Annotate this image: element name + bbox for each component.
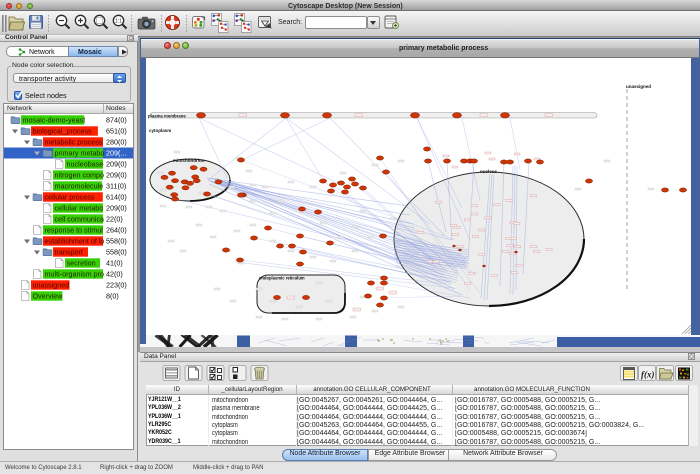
svg-text:cellular process: cellular process [45, 193, 95, 202]
svg-text:metabolic process: metabolic process [45, 138, 103, 147]
svg-text:209(0): 209(0) [106, 171, 127, 180]
svg-text:cell communicat: cell communicat [55, 215, 107, 224]
svg-text:unassigned: unassigned [626, 84, 651, 89]
svg-text:209(0): 209(0) [106, 160, 127, 169]
svg-text:1:1: 1:1 [115, 19, 122, 25]
svg-text:558(0): 558(0) [106, 237, 127, 246]
svg-text:primary metabo: primary metabo [55, 149, 105, 158]
svg-text:311(0): 311(0) [106, 182, 126, 191]
svg-text:cellular metabo: cellular metabo [55, 204, 104, 213]
svg-text:plasma membrane: plasma membrane [148, 113, 186, 118]
svg-text:mosaic-demo-yeast: mosaic-demo-yeast [23, 116, 86, 125]
svg-text:nucleobase-: nucleobase- [67, 160, 107, 169]
svg-text:874(0): 874(0) [106, 116, 127, 125]
svg-text:41(0): 41(0) [106, 259, 123, 268]
svg-text:f(x): f(x) [641, 370, 655, 380]
svg-text:endoplasmic reticulum: endoplasmic reticulum [259, 276, 305, 281]
svg-text:response to stimul: response to stimul [45, 226, 104, 235]
svg-text:macromolecule: macromolecule [55, 182, 104, 191]
svg-text:secretion: secretion [67, 259, 96, 268]
svg-text:Overview: Overview [33, 292, 64, 301]
svg-text:22(0): 22(0) [106, 215, 123, 224]
svg-text:multi-organism pro: multi-organism pro [45, 270, 105, 279]
svg-text:558(0): 558(0) [106, 248, 127, 257]
svg-text:280(0): 280(0) [106, 138, 127, 147]
svg-text:establishment of lo: establishment of lo [45, 237, 105, 246]
svg-text:nitrogen compo: nitrogen compo [55, 171, 105, 180]
svg-text:209(0): 209(0) [106, 204, 127, 213]
svg-text:614(0): 614(0) [106, 193, 127, 202]
svg-text:651(0): 651(0) [106, 127, 127, 136]
svg-text:8(0): 8(0) [106, 292, 119, 301]
svg-text:unassigned: unassigned [33, 281, 70, 290]
svg-text:transport: transport [55, 248, 83, 257]
svg-text:264(0): 264(0) [106, 226, 127, 235]
svg-text:42(0): 42(0) [106, 270, 123, 279]
svg-text:cytoplasm: cytoplasm [149, 128, 171, 133]
svg-text:biological_process: biological_process [33, 127, 93, 136]
svg-text:223(0): 223(0) [106, 281, 127, 290]
svg-text:nucleus: nucleus [480, 169, 498, 174]
svg-text:mitochondrion: mitochondrion [173, 158, 205, 163]
svg-text:209(...: 209(... [106, 149, 126, 158]
